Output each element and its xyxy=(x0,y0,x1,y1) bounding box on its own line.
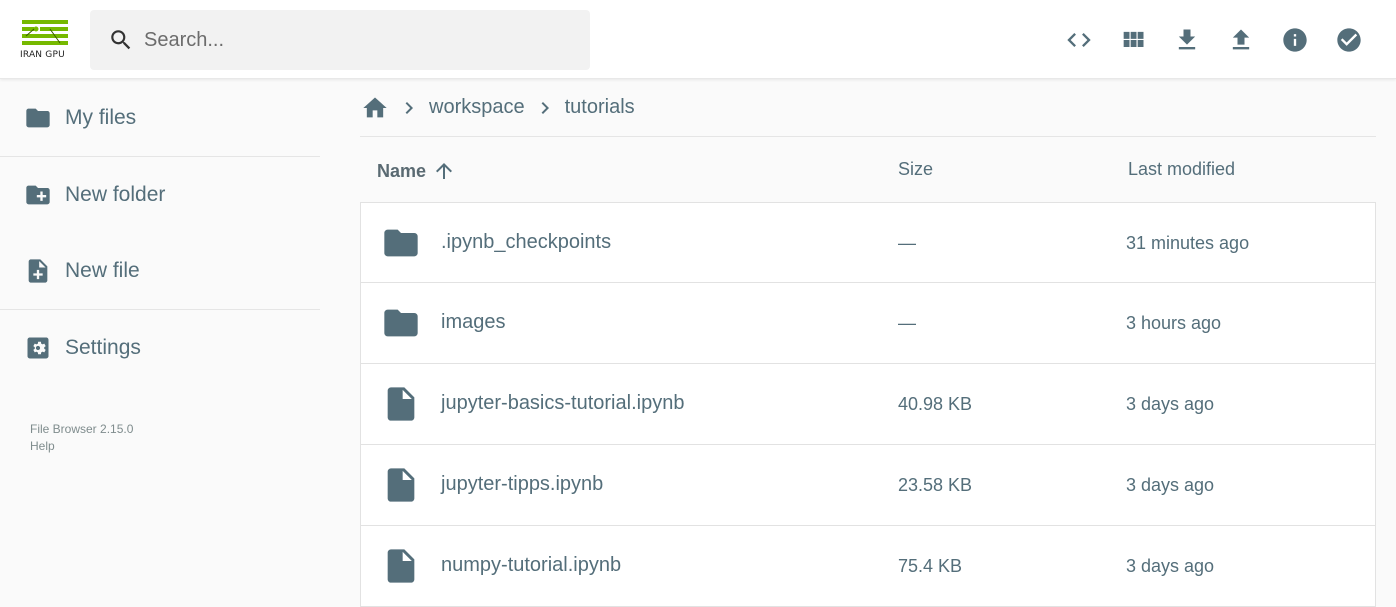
list-item[interactable]: jupyter-basics-tutorial.ipynb 40.98 KB 3… xyxy=(360,364,1376,445)
item-size: — xyxy=(898,233,916,253)
column-name-label: Name xyxy=(377,160,427,181)
chevron-right-icon xyxy=(533,96,557,120)
folder-icon xyxy=(381,303,421,343)
note-add-icon xyxy=(24,257,52,285)
sidebar: My files New folder New file Settings Fi… xyxy=(0,79,320,596)
item-modified: 3 days ago xyxy=(1126,556,1215,576)
logo-text: IRAN GPU xyxy=(20,50,65,60)
search-icon xyxy=(111,30,131,50)
search-input[interactable] xyxy=(144,20,564,60)
toggle-code-button[interactable] xyxy=(1052,13,1106,67)
item-name: jupyter-basics-tutorial.ipynb xyxy=(441,392,685,414)
file-icon xyxy=(381,384,421,424)
item-modified: 3 days ago xyxy=(1126,475,1215,495)
item-size: 75.4 KB xyxy=(898,556,963,576)
check-circle-icon xyxy=(1337,28,1361,52)
code-icon xyxy=(1067,33,1091,47)
version-text: File Browser 2.15.0 xyxy=(30,422,134,436)
file-icon xyxy=(381,465,421,505)
download-icon xyxy=(1178,29,1196,50)
chevron-right-icon xyxy=(397,96,421,120)
item-name: images xyxy=(441,311,506,333)
breadcrumb-tutorials[interactable]: tutorials xyxy=(565,96,635,119)
folder-icon xyxy=(24,104,52,132)
list-item[interactable]: images — 3 hours ago xyxy=(360,283,1376,364)
info-icon xyxy=(1283,28,1307,52)
item-name: .ipynb_checkpoints xyxy=(441,231,612,253)
item-size: 40.98 KB xyxy=(898,394,973,414)
file-listing-panel: workspace tutorials Name Size Last modif… xyxy=(360,79,1376,607)
create-new-folder-icon xyxy=(24,181,52,209)
settings-icon xyxy=(24,334,52,362)
breadcrumb-workspace[interactable]: workspace xyxy=(429,96,525,119)
arrow-upward-icon xyxy=(432,159,456,183)
sidebar-item-new-folder[interactable]: New folder xyxy=(0,157,320,233)
toolbar xyxy=(1052,13,1376,67)
list-item[interactable]: jupyter-tipps.ipynb 23.58 KB 3 days ago xyxy=(360,445,1376,526)
upload-icon xyxy=(1232,29,1250,50)
column-header: Name Size Last modified xyxy=(360,137,1376,203)
breadcrumb: workspace tutorials xyxy=(360,79,1376,137)
search-box[interactable] xyxy=(90,10,590,70)
file-icon xyxy=(381,546,421,586)
list-item[interactable]: numpy-tutorial.ipynb 75.4 KB 3 days ago xyxy=(360,526,1376,607)
item-modified: 31 minutes ago xyxy=(1126,233,1250,253)
column-modified-header[interactable]: Last modified xyxy=(1128,159,1235,180)
upload-button[interactable] xyxy=(1214,13,1268,67)
select-multiple-button[interactable] xyxy=(1322,13,1376,67)
grid-view-icon xyxy=(1123,31,1144,47)
column-name-header[interactable]: Name xyxy=(377,159,456,183)
item-size: 23.58 KB xyxy=(898,475,973,495)
sidebar-item-label: Settings xyxy=(65,336,141,359)
sidebar-item-label: New folder xyxy=(65,183,166,206)
top-bar: IRAN GPU xyxy=(0,0,1396,79)
app-logo[interactable]: IRAN GPU xyxy=(20,18,70,62)
switch-view-button[interactable] xyxy=(1106,13,1160,67)
list-item[interactable]: .ipynb_checkpoints — 31 minutes ago xyxy=(360,202,1376,283)
sidebar-item-my-files[interactable]: My files xyxy=(0,80,320,156)
credits: File Browser 2.15.0 Help xyxy=(30,421,133,455)
file-list: .ipynb_checkpoints — 31 minutes ago imag… xyxy=(360,202,1376,607)
info-button[interactable] xyxy=(1268,13,1322,67)
sidebar-item-settings[interactable]: Settings xyxy=(0,310,320,386)
item-modified: 3 hours ago xyxy=(1126,313,1222,333)
item-size: — xyxy=(898,313,916,333)
help-link[interactable]: Help xyxy=(30,438,133,455)
item-name: numpy-tutorial.ipynb xyxy=(441,554,622,576)
logo-mark xyxy=(22,20,68,45)
download-button[interactable] xyxy=(1160,13,1214,67)
folder-icon xyxy=(381,223,421,263)
sidebar-item-new-file[interactable]: New file xyxy=(0,233,320,309)
sidebar-item-label: New file xyxy=(65,259,140,282)
home-icon[interactable] xyxy=(361,94,389,122)
item-modified: 3 days ago xyxy=(1126,394,1215,414)
item-name: jupyter-tipps.ipynb xyxy=(441,473,604,495)
sidebar-item-label: My files xyxy=(65,106,137,129)
column-size-header[interactable]: Size xyxy=(898,159,933,180)
